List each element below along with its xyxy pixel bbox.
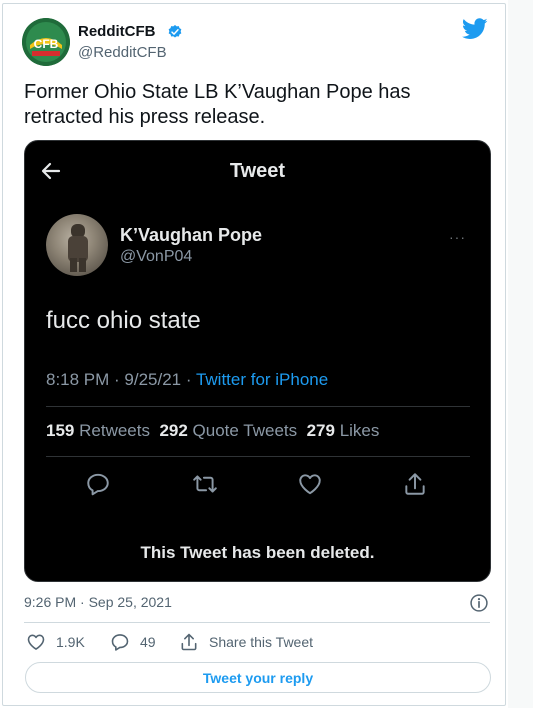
share-icon <box>181 633 197 651</box>
screenshot-handle: @VonP04 <box>120 248 193 265</box>
screenshot-heart-icon <box>297 471 323 502</box>
screenshot-header-title: Tweet <box>229 160 286 182</box>
screenshot-retweet-icon <box>191 471 219 502</box>
page-background <box>508 0 533 708</box>
quotes-label: Quote Tweets <box>192 421 298 440</box>
retweets-label: Retweets <box>79 421 150 440</box>
reply-button[interactable]: 49 <box>110 632 156 652</box>
retweets-count: 159 <box>46 421 75 440</box>
screenshot-avatar <box>46 214 108 276</box>
reply-icon <box>111 634 129 651</box>
screenshot-divider <box>46 456 470 457</box>
like-count: 1.9K <box>56 634 85 650</box>
tweet-reply-button[interactable]: Tweet your reply <box>25 662 491 693</box>
author-display-name[interactable]: RedditCFB <box>78 23 156 40</box>
screenshot-display-name: K’Vaughan Pope <box>120 225 263 245</box>
heart-icon <box>27 634 45 650</box>
twitter-bird-icon[interactable] <box>461 18 488 45</box>
screenshot-reply-icon <box>85 471 111 502</box>
screenshot-share-icon <box>402 471 428 502</box>
tweet-timestamp[interactable]: 9:26 PM · Sep 25, 2021 <box>24 594 172 610</box>
tweet-text: Former Ohio State LB K’Vaughan Pope has … <box>24 81 411 128</box>
reply-count: 49 <box>140 634 156 650</box>
author-avatar[interactable]: CFB <box>22 18 70 66</box>
share-label: Share this Tweet <box>209 634 314 650</box>
screenshot-more-icon: ··· <box>449 229 466 245</box>
like-button[interactable]: 1.9K <box>26 632 85 652</box>
divider <box>24 622 490 623</box>
screenshot-meta: 8:18 PM · 9/25/21 · Twitter for iPhone <box>46 370 328 390</box>
avatar-lettering: CFB <box>34 37 59 51</box>
info-icon[interactable] <box>469 593 489 618</box>
screenshot-stats: 159 Retweets 292 Quote Tweets 279 Likes <box>46 421 379 441</box>
screenshot-tweet-text: fucc ohio state <box>46 307 201 334</box>
screenshot-time: 8:18 PM · 9/25/21 · <box>46 370 196 389</box>
likes-label: Likes <box>339 421 380 440</box>
deleted-notice: This Tweet has been deleted. <box>140 543 375 562</box>
likes-count: 279 <box>306 421 335 440</box>
verified-badge-icon <box>167 24 183 45</box>
author-handle[interactable]: @RedditCFB <box>78 44 167 61</box>
quotes-count: 292 <box>159 421 188 440</box>
screenshot-source: Twitter for iPhone <box>195 370 329 389</box>
embedded-tweet-screenshot[interactable]: Tweet K’Vaughan Pope @VonP04 ··· fucc oh… <box>24 140 491 582</box>
screenshot-divider <box>46 406 470 407</box>
share-button[interactable]: Share this Tweet <box>179 632 313 652</box>
